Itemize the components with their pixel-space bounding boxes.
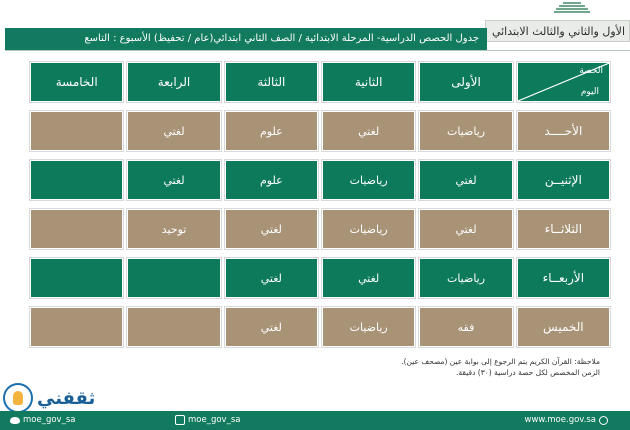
table-cell [30,258,124,298]
table-cell [30,209,124,249]
table-cell: لغتي [127,160,221,200]
table-cell: رياضيات [322,209,416,249]
table-cell: علوم [224,111,318,151]
table-cell: لغتي [224,307,318,347]
header-period-2: الثانية [322,62,416,102]
day-label-tuesday: الثلاثــاء [516,209,610,249]
header-period-1: الأولى [419,62,513,102]
table-cell [127,307,221,347]
twitter-handle[interactable]: moe_gov_sa [10,415,75,425]
table-cell [30,111,124,151]
twitter-handle-text: moe_gov_sa [23,415,76,425]
overlay-title: الأول والثاني والثالث الابتدائي [485,20,630,42]
twitter-icon [10,416,20,424]
table-cell: رياضيات [419,258,513,298]
corner-cell: الحصة اليوم [516,62,610,102]
page-title: جدول الحصص الدراسية- المرحلة الابتدائية … [5,28,487,50]
table-cell: لغتي [419,209,513,249]
instagram-icon [175,415,185,425]
table-cell: رياضيات [322,160,416,200]
corner-period-label: الحصة [579,66,603,76]
header-period-5: الخامسة [30,62,124,102]
lightbulb-icon [3,383,33,413]
footer-bar: moe_gov_sa moe_gov_sa www.moe.gov.sa [0,411,630,430]
instagram-handle[interactable]: moe_gov_sa [175,415,240,425]
table-cell: رياضيات [419,111,513,151]
note-line: الزمن المخصص لكل حصة دراسية (٣٠) دقيقة. [456,368,600,377]
table-cell: لغتي [322,258,416,298]
header-period-3: الثالثة [224,62,318,102]
note-line: ملاحظة: القرآن الكريم يتم الرجوع إلى بوا… [401,357,600,366]
day-label-wednesday: الأربعــاء [516,258,610,298]
header-period-4: الرابعة [127,62,221,102]
table-cell [127,258,221,298]
notes: ملاحظة: القرآن الكريم يتم الرجوع إلى بوا… [401,356,600,378]
table-cell: لغتي [224,209,318,249]
table-cell: توحيد [127,209,221,249]
website-link[interactable]: www.moe.gov.sa [524,415,608,425]
website-text: www.moe.gov.sa [524,415,597,425]
day-label-monday: الإثنيــن [516,160,610,200]
table-cell: لغتي [322,111,416,151]
ministry-logo [554,2,590,18]
site-watermark: ثقفني [3,381,103,415]
watermark-text: ثقفني [37,387,96,409]
table-cell: لغتي [419,160,513,200]
instagram-handle-text: moe_gov_sa [188,415,241,425]
table-cell: لغتي [127,111,221,151]
corner-day-label: اليوم [580,87,599,97]
table-cell: لغتي [224,258,318,298]
table-cell: رياضيات [322,307,416,347]
header-divider [5,50,630,51]
day-label-thursday: الخميس [516,307,610,347]
day-label-sunday: الأحــــد [516,111,610,151]
schedule-table: الحصة اليوم الأولى الثانية الثالثة الراب… [30,62,610,347]
table-cell [30,160,124,200]
table-cell: علوم [224,160,318,200]
globe-icon [599,415,608,425]
table-cell [30,307,124,347]
table-cell: فقه [419,307,513,347]
